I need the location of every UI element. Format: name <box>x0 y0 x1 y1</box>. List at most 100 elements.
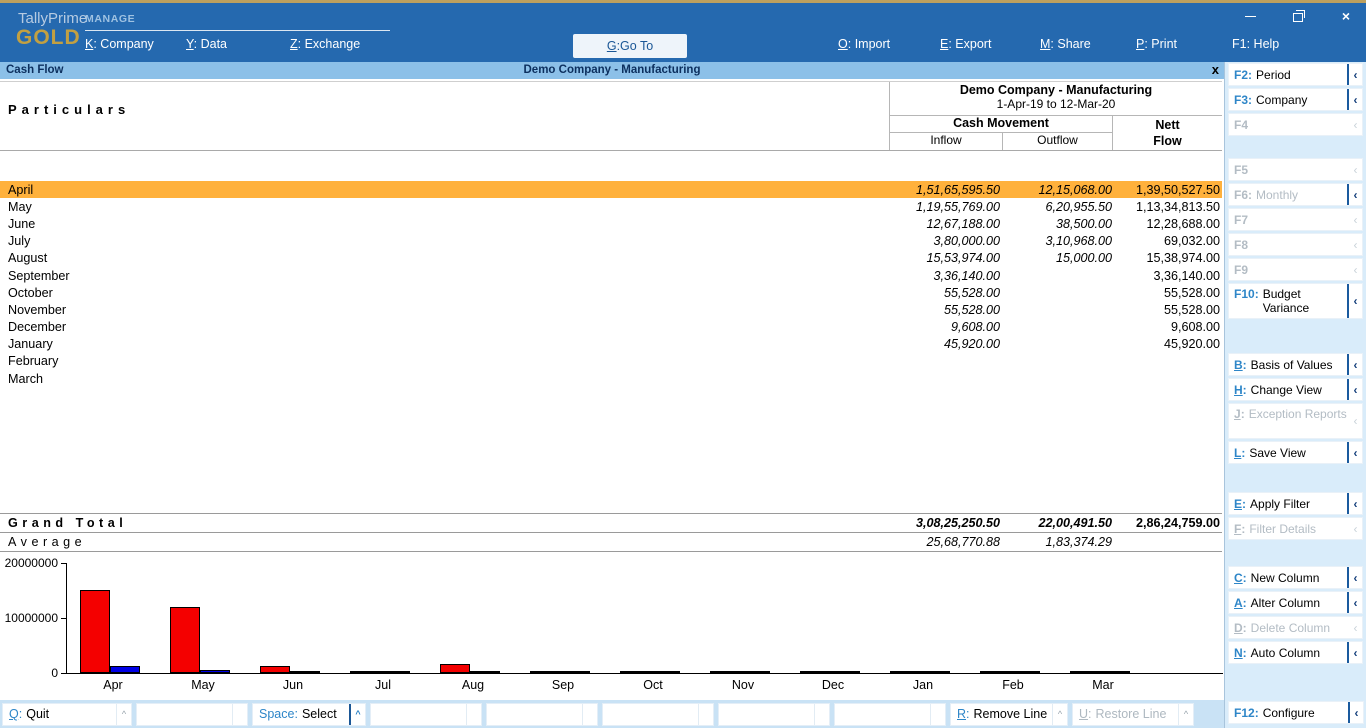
window-minimize-button[interactable] <box>1240 8 1260 24</box>
row-month: March <box>8 371 43 386</box>
chart-bar-inflow-sep <box>530 671 560 673</box>
y-axis-tick-label: 20000000 <box>4 556 58 570</box>
manage-underline <box>85 30 390 31</box>
y-axis-tick <box>61 563 66 564</box>
menu-company[interactable]: KCompany <box>85 37 154 51</box>
goto-button[interactable]: GGo To <box>573 34 687 58</box>
chevron-left-icon: ‹ <box>1353 521 1358 536</box>
bottombar-button-quit[interactable]: Q Quit ^ <box>2 702 132 726</box>
chart-bar-inflow-aug <box>440 664 470 673</box>
shortcut-key: L <box>1229 446 1245 460</box>
x-axis-label-jul: Jul <box>375 678 391 692</box>
table-row-may[interactable]: May 1,19,55,769.00 6,20,955.50 1,13,34,813.… <box>0 198 1222 215</box>
report-close-icon[interactable]: x <box>1212 62 1219 78</box>
chevron-left-icon: ‹ <box>1347 493 1362 514</box>
chevron-left-icon: ‹ <box>1347 642 1362 663</box>
caret-up-icon <box>466 703 481 725</box>
row-nett: 55,528.00 <box>1163 302 1220 317</box>
caret-up-icon: ^ <box>1052 703 1067 725</box>
chevron-left-icon: ‹ <box>1353 212 1358 227</box>
x-axis-label-oct: Oct <box>643 678 663 692</box>
sidebar-button-f4: F4 ‹ <box>1228 113 1363 136</box>
menu-help[interactable]: F1Help <box>1232 37 1279 51</box>
chart-bar-outflow-dec <box>830 671 860 673</box>
row-inflow: 55,528.00 <box>943 302 1000 317</box>
shortcut-key: N <box>1229 646 1247 660</box>
sidebar-button-f8: F8 ‹ <box>1228 233 1363 256</box>
row-outflow: 12,15,068.00 <box>1038 182 1112 197</box>
sidebar-button-apply-filter[interactable]: E Apply Filter ‹ <box>1228 492 1363 515</box>
table-row-april[interactable]: April 1,51,65,595.50 12,15,068.00 1,39,50,5… <box>0 181 1222 199</box>
bottombar-button-select[interactable]: SpaceSelect ^ <box>252 702 366 726</box>
outflow-column-header: Outflow <box>1002 133 1112 150</box>
row-outflow: 38,500.00 <box>1055 216 1112 231</box>
shortcut-key: Q <box>3 707 22 721</box>
nett-flow-header: Nett Flow <box>1112 116 1222 150</box>
window-close-button[interactable]: × <box>1336 8 1356 24</box>
bottombar-button-empty-3 <box>486 702 598 726</box>
header-company-name: Demo Company - Manufacturing <box>959 83 1153 97</box>
menu-exchange[interactable]: ZExchange <box>290 37 360 51</box>
cash-movement-header: Cash Movement <box>889 116 1112 133</box>
shortcut-key: M <box>1040 37 1057 51</box>
table-row-january[interactable]: January 45,920.00 45,920.00 <box>0 336 1222 353</box>
table-row-october[interactable]: October 55,528.00 55,528.00 <box>0 284 1222 301</box>
menu-data[interactable]: YData <box>186 37 227 51</box>
sidebar-button-auto-column[interactable]: NAuto Column ‹ <box>1228 641 1363 664</box>
sidebar-button-company[interactable]: F3 Company ‹ <box>1228 88 1363 111</box>
chevron-left-icon: ‹ <box>1347 567 1362 588</box>
chart-bar-outflow-feb <box>1010 671 1040 673</box>
table-row-december[interactable]: December 9,608.00 9,608.00 <box>0 319 1222 336</box>
menu-label: Company <box>100 37 154 51</box>
bottombar-button-restore-line[interactable]: URestore Line ^ <box>1072 702 1194 726</box>
menu-share[interactable]: MShare <box>1040 37 1091 51</box>
sidebar-button-basis-of-values[interactable]: BBasis of Values ‹ <box>1228 353 1363 376</box>
caret-up-icon: ^ <box>1178 703 1193 725</box>
table-row-august[interactable]: August 15,53,974.00 15,000.00 15,38,974.00 <box>0 250 1222 267</box>
table-row-june[interactable]: June 12,67,188.00 38,500.00 12,28,688.00 <box>0 215 1222 232</box>
brand-tallyprime: TallyPrime <box>18 10 88 27</box>
shortcut-key: Z <box>290 37 305 51</box>
sidebar-button-budget-variance[interactable]: F10Budget Variance ‹ <box>1228 283 1363 319</box>
manage-section-label: MANAGE <box>85 13 136 25</box>
chevron-left-icon: ‹ <box>1353 414 1358 428</box>
table-row-february[interactable]: February <box>0 353 1222 370</box>
sidebar-button-change-view[interactable]: HChange View ‹ <box>1228 378 1363 401</box>
caret-up-icon <box>232 703 247 725</box>
bottombar-button-empty-2 <box>370 702 482 726</box>
row-nett: 55,528.00 <box>1163 285 1220 300</box>
shortcut-key: F3 <box>1229 93 1252 107</box>
menu-export[interactable]: EExport <box>940 37 991 51</box>
sidebar-button-label: Delete Column <box>1250 620 1331 635</box>
sidebar-button-new-column[interactable]: CNew Column ‹ <box>1228 566 1363 589</box>
sidebar-button-configure[interactable]: F12Configure ‹ <box>1228 701 1364 724</box>
grand-total-outflow: 22,00,491.50 <box>1038 516 1112 530</box>
table-row-september[interactable]: September 3,36,140.00 3,36,140.00 <box>0 267 1222 284</box>
report-header: Particulars Demo Company - Manufacturing… <box>0 81 1222 151</box>
shortcut-key: H <box>1229 383 1247 397</box>
grand-total-row: Grand Total 3,08,25,250.50 22,00,491.50 … <box>0 513 1222 532</box>
window-restore-button[interactable] <box>1288 8 1308 24</box>
row-month: October <box>8 285 53 300</box>
menu-print[interactable]: PPrint <box>1136 37 1177 51</box>
bottombar-button-empty-5 <box>718 702 830 726</box>
right-button-panel: F2Period‹F3Company‹F4‹F5‹F6Monthly‹F7‹F8… <box>1224 62 1366 728</box>
sidebar-button-save-view[interactable]: L Save View ‹ <box>1228 441 1363 464</box>
shortcut-key: F2 <box>1229 68 1252 82</box>
average-row: Average 25,68,770.88 1,83,374.29 <box>0 532 1222 551</box>
bottombar-button-remove-line[interactable]: RRemove Line ^ <box>950 702 1068 726</box>
minimize-icon <box>1244 15 1256 17</box>
table-row-march[interactable]: March <box>0 370 1222 387</box>
sidebar-button-alter-column[interactable]: AAlter Column ‹ <box>1228 591 1363 614</box>
sidebar-button-f5: F5 ‹ <box>1228 158 1363 181</box>
table-row-july[interactable]: July 3,80,000.00 3,10,968.00 69,032.00 <box>0 233 1222 250</box>
table-row-november[interactable]: November 55,528.00 55,528.00 <box>0 301 1222 318</box>
sidebar-button-label: Configure <box>1262 705 1315 720</box>
row-inflow: 1,51,65,595.50 <box>915 182 1000 197</box>
sidebar-button-period[interactable]: F2 Period ‹ <box>1228 63 1363 86</box>
menu-import[interactable]: OImport <box>838 37 890 51</box>
average-inflow: 25,68,770.88 <box>926 535 1000 549</box>
